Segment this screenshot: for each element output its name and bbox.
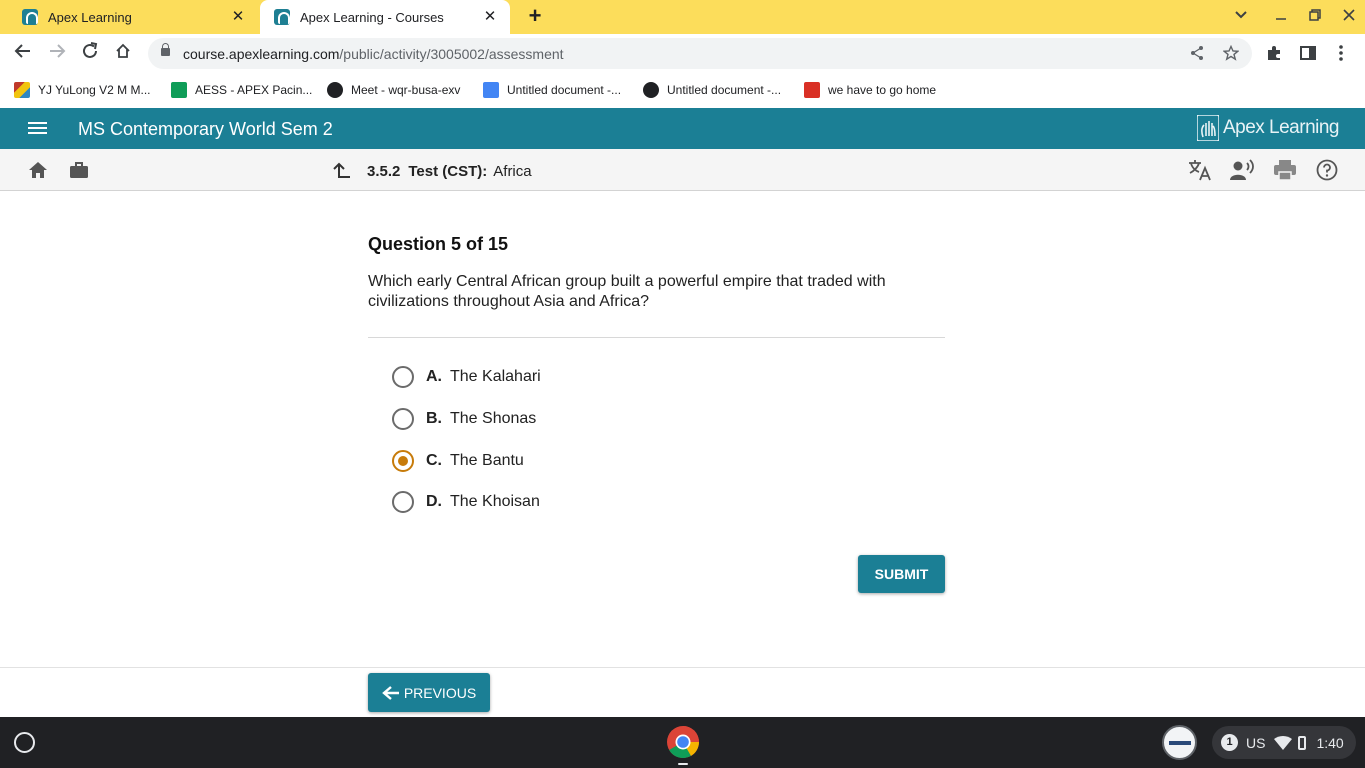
- choice-text: The Khoisan: [450, 493, 540, 510]
- question-number: Question 5 of 15: [368, 234, 509, 254]
- course-title: MS Contemporary World Sem 2: [78, 119, 333, 139]
- radio-button[interactable]: [392, 491, 414, 513]
- choice-letter: B.: [426, 410, 442, 427]
- apex-hand-logo-icon: [1196, 115, 1219, 141]
- tab-title: Apex Learning - Courses: [300, 9, 444, 25]
- notification-badge: 1: [1221, 734, 1238, 751]
- bookmark-item[interactable]: Untitled document -...: [643, 81, 781, 99]
- cube-icon: [14, 82, 30, 98]
- choice-text: The Shonas: [450, 410, 537, 427]
- side-panel-icon[interactable]: [1298, 44, 1318, 64]
- arrow-left-icon: [381, 685, 399, 700]
- tab-title: Apex Learning: [48, 9, 132, 25]
- previous-button[interactable]: PREVIOUS: [368, 673, 490, 712]
- browser-tab-strip: Apex Learning ✕ Apex Learning - Courses …: [0, 0, 1365, 34]
- activity-number: 3.5.2: [367, 162, 401, 180]
- browser-toolbar: course.apexlearning.com/public/activity/…: [0, 34, 1365, 72]
- bookmark-label: Untitled document -...: [507, 83, 622, 97]
- share-icon[interactable]: [1188, 45, 1206, 63]
- bookmark-label: Meet - wqr-busa-exv: [351, 83, 461, 97]
- briefcase-icon[interactable]: [68, 159, 92, 181]
- bookmark-label: YJ YuLong V2 M M...: [38, 83, 151, 97]
- up-arrow-icon[interactable]: [331, 161, 351, 181]
- question-prompt: Which early Central African group built …: [368, 273, 886, 310]
- choice-text: The Bantu: [450, 452, 524, 469]
- wifi-icon: [1274, 735, 1293, 750]
- answer-choice-c[interactable]: C. The Bantu: [392, 449, 524, 473]
- text-to-speech-icon[interactable]: [1230, 159, 1254, 181]
- browser-tab-apex-learning[interactable]: Apex Learning ✕: [0, 0, 258, 34]
- apex-learning-logo[interactable]: Apex Learning: [1196, 115, 1340, 141]
- menu-hamburger-icon[interactable]: [28, 122, 47, 136]
- question-divider: [368, 337, 945, 338]
- bookmark-item[interactable]: AESS - APEX Pacin...: [171, 81, 312, 99]
- os-shelf: 1 US 1:40: [0, 717, 1365, 768]
- choice-letter: A.: [426, 368, 442, 385]
- running-indicator: [678, 763, 688, 765]
- docs-icon: [483, 82, 499, 98]
- bookmark-item[interactable]: Meet - wqr-busa-exv: [327, 81, 460, 99]
- home-button[interactable]: [112, 42, 134, 64]
- bookmark-label: Untitled document -...: [667, 83, 782, 97]
- bookmark-star-icon[interactable]: [1222, 44, 1240, 63]
- user-avatar[interactable]: [1162, 725, 1197, 760]
- browser-tab-apex-courses[interactable]: Apex Learning - Courses ✕: [260, 0, 510, 34]
- new-tab-button[interactable]: +: [524, 5, 546, 28]
- answer-choice-b[interactable]: B. The Shonas: [392, 407, 536, 431]
- bookmark-item[interactable]: YJ YuLong V2 M M...: [14, 81, 151, 99]
- choice-letter: D.: [426, 493, 442, 510]
- clock-time: 1:40: [1316, 734, 1344, 751]
- launcher-icon[interactable]: [14, 732, 35, 753]
- forward-button[interactable]: [46, 42, 68, 64]
- activity-footer: PREVIOUS: [0, 667, 1365, 717]
- activity-name: Africa: [493, 162, 532, 180]
- sheets-icon: [171, 82, 187, 98]
- bookmark-item[interactable]: Untitled document -...: [483, 81, 621, 99]
- reload-button[interactable]: [79, 42, 101, 64]
- activity-breadcrumb: 3.5.2 Test (CST): Africa: [331, 161, 532, 181]
- close-window-icon[interactable]: [1339, 8, 1359, 26]
- battery-icon: [1298, 735, 1307, 750]
- close-tab-icon[interactable]: ✕: [482, 9, 498, 25]
- print-icon[interactable]: [1273, 159, 1297, 181]
- activity-type: Test (CST):: [408, 162, 488, 180]
- home-icon[interactable]: [27, 159, 51, 181]
- activity-toolbar: 3.5.2 Test (CST): Africa: [0, 149, 1365, 191]
- extensions-puzzle-icon[interactable]: [1264, 44, 1284, 64]
- bookmarks-bar: YJ YuLong V2 M M... AESS - APEX Pacin...…: [0, 72, 1365, 108]
- back-button[interactable]: [12, 42, 34, 64]
- answer-choice-d[interactable]: D. The Khoisan: [392, 490, 540, 514]
- chrome-app-icon[interactable]: [666, 725, 700, 759]
- browser-menu-icon[interactable]: [1331, 44, 1351, 64]
- apex-favicon-icon: [274, 9, 290, 25]
- photo-icon: [804, 82, 820, 98]
- url-text: course.apexlearning.com/public/activity/…: [183, 46, 564, 62]
- choice-letter: C.: [426, 452, 442, 469]
- submit-button[interactable]: SUBMIT: [858, 555, 945, 593]
- radio-button-selected[interactable]: [392, 450, 414, 472]
- choice-text: The Kalahari: [450, 368, 541, 385]
- radio-button[interactable]: [392, 408, 414, 430]
- translate-icon[interactable]: [1188, 159, 1212, 181]
- close-tab-icon[interactable]: ✕: [230, 9, 246, 25]
- logo-text: Apex Learning: [1222, 117, 1340, 138]
- previous-label: PREVIOUS: [403, 684, 477, 701]
- course-header: MS Contemporary World Sem 2 Apex Learnin…: [0, 108, 1365, 149]
- input-method: US: [1246, 734, 1266, 751]
- help-icon[interactable]: [1315, 159, 1339, 181]
- bookmark-label: AESS - APEX Pacin...: [195, 83, 313, 97]
- bookmark-label: we have to go home: [828, 83, 937, 97]
- radio-button[interactable]: [392, 366, 414, 388]
- apex-favicon-icon: [22, 9, 38, 25]
- globe-icon: [643, 82, 659, 98]
- bookmark-item[interactable]: we have to go home: [804, 81, 936, 99]
- answer-choice-a[interactable]: A. The Kalahari: [392, 365, 541, 389]
- status-tray[interactable]: 1 US 1:40: [1212, 726, 1356, 759]
- lock-icon[interactable]: [161, 43, 170, 56]
- restore-window-icon[interactable]: [1305, 8, 1325, 26]
- globe-icon: [327, 82, 343, 98]
- minimize-window-icon[interactable]: [1271, 8, 1291, 26]
- tab-search-chevron-icon[interactable]: [1231, 8, 1251, 26]
- address-bar[interactable]: course.apexlearning.com/public/activity/…: [148, 38, 1252, 69]
